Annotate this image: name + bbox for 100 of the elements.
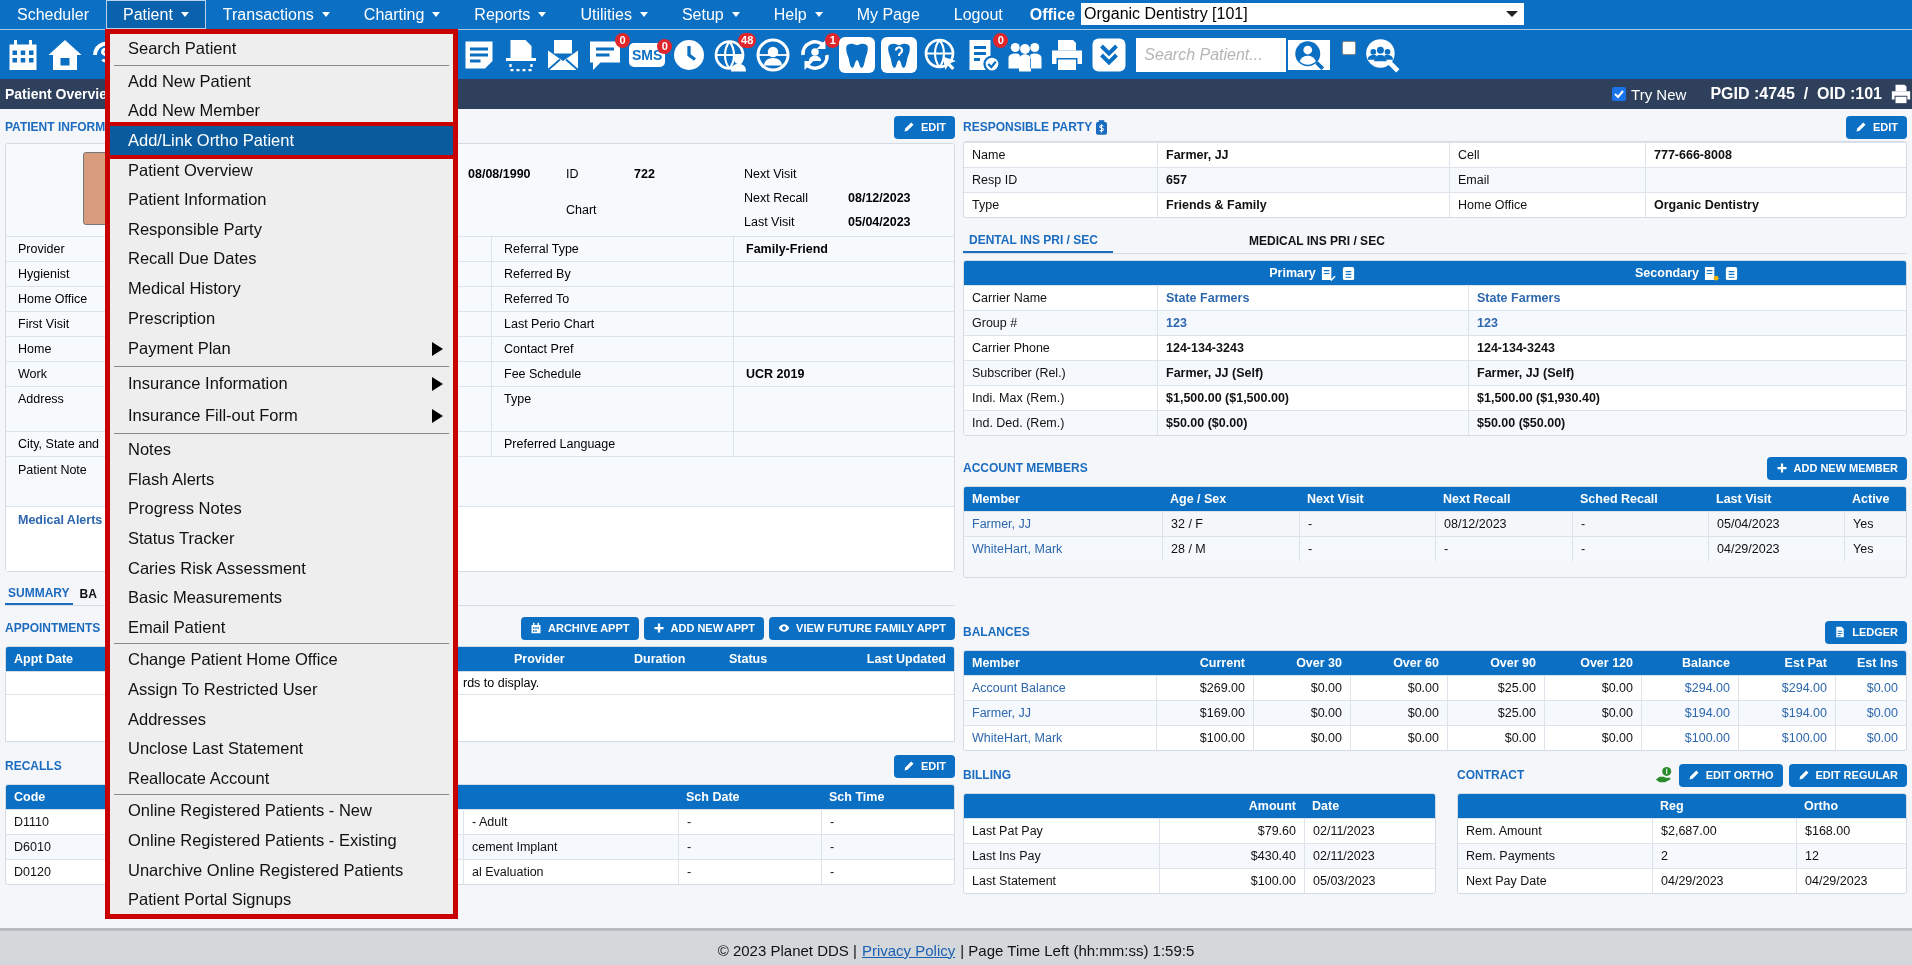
menu-item[interactable]: Medical History: [110, 273, 453, 304]
menu-item[interactable]: Prescription: [110, 303, 453, 333]
page-title: Patient Overvie: [5, 86, 108, 102]
nav-menu-item[interactable]: Setup: [664, 0, 757, 29]
menu-item[interactable]: Unclose Last Statement: [110, 733, 453, 764]
tab[interactable]: MEDICAL INS PRI / SEC: [1243, 228, 1483, 253]
edit-button[interactable]: EDIT: [1845, 115, 1907, 139]
menu-item[interactable]: Assign To Restricted User: [110, 674, 453, 705]
date-of-birth: 08/08/1990: [468, 167, 531, 181]
table-cell: Type: [964, 192, 1157, 217]
empty-message: rds to display.: [463, 672, 954, 695]
privacy-policy-link[interactable]: Privacy Policy: [861, 941, 956, 959]
section-title: CONTRACT: [1457, 768, 1525, 782]
document-icon[interactable]: [1340, 265, 1356, 281]
menu-item[interactable]: Unarchive Online Registered Patients: [110, 855, 453, 885]
column-header: Amount: [1159, 794, 1304, 818]
table-cell: Email: [1449, 167, 1645, 192]
action-button[interactable]: ADD NEW APPT: [643, 616, 765, 640]
menu-item[interactable]: Notes: [110, 434, 453, 465]
nav-menu-item[interactable]: Utilities: [563, 0, 665, 29]
tooth-icon[interactable]: [839, 36, 876, 73]
checkbox[interactable]: [1342, 40, 1357, 55]
menu-item[interactable]: Payment Plan: [110, 332, 453, 365]
menu-item[interactable]: Flash Alerts: [110, 464, 453, 495]
table-cell: 04/29/2023: [1652, 868, 1796, 893]
column-header: Next Recall: [1435, 487, 1572, 511]
table-cell: -: [1435, 536, 1572, 561]
menu-item[interactable]: Patient Portal Signups: [110, 884, 453, 915]
column-header: Code: [6, 785, 106, 809]
search-button[interactable]: [1286, 37, 1333, 72]
table-cell: -: [821, 834, 954, 859]
nav-menu-item[interactable]: Reports: [457, 0, 564, 29]
printer-icon[interactable]: [1890, 83, 1912, 105]
menu-item[interactable]: Caries Risk Assessment: [110, 553, 453, 583]
action-button[interactable]: LEDGER: [1825, 620, 1907, 644]
edit-button[interactable]: EDIT: [893, 115, 955, 139]
menu-item[interactable]: Recall Due Dates: [110, 244, 453, 274]
caret-icon: [538, 12, 547, 17]
action-button[interactable]: ARCHIVE APPT: [521, 616, 639, 640]
document-icon[interactable]: [1723, 265, 1739, 281]
table-cell: Next Pay Date: [1458, 868, 1652, 893]
menu-item[interactable]: Patient Information: [110, 184, 453, 215]
nav-menu-item[interactable]: Charting: [346, 0, 458, 29]
column-header: Duration: [626, 647, 721, 671]
table-cell: $100.00: [1156, 725, 1253, 750]
menu-item[interactable]: Status Tracker: [110, 523, 453, 554]
nav-menu-item[interactable]: My Page: [839, 0, 937, 29]
table-cell: $0.00: [1253, 725, 1350, 750]
tooth-question-icon[interactable]: [881, 36, 918, 73]
section-title: ACCOUNT MEMBERS: [963, 461, 1088, 475]
menu-item[interactable]: Add New Member: [110, 96, 453, 126]
globe-person-icon[interactable]: [755, 36, 792, 73]
menu-item[interactable]: Search Patient: [110, 34, 453, 64]
field-label: Last Visit: [744, 214, 796, 231]
column-header: Est Pat: [1738, 651, 1835, 675]
action-button[interactable]: ADD NEW MEMBER: [1766, 456, 1907, 480]
tab[interactable]: DENTAL INS PRI / SEC: [963, 228, 1113, 253]
document-question-icon[interactable]: [1703, 265, 1719, 281]
column-header: Over 60: [1350, 651, 1447, 675]
menu-item[interactable]: Progress Notes: [110, 494, 453, 524]
double-chevron-icon[interactable]: [1091, 36, 1128, 73]
search-field[interactable]: Search Patient...: [1136, 37, 1287, 72]
tab[interactable]: BA: [76, 582, 100, 605]
menu-item[interactable]: Basic Measurements: [110, 582, 453, 613]
menu-item[interactable]: Reallocate Account: [110, 763, 453, 794]
menu-item[interactable]: Add New Patient: [110, 66, 453, 97]
menu-item[interactable]: Insurance Fill-out Form: [110, 399, 453, 432]
action-button[interactable]: EDIT REGULAR: [1788, 763, 1907, 787]
column-header: Sch Time: [821, 785, 954, 809]
field-label: ID: [566, 166, 580, 183]
column-header: Reg: [1652, 794, 1796, 818]
menu-item[interactable]: Patient Overview: [110, 155, 453, 185]
action-button[interactable]: EDIT ORTHO: [1678, 763, 1783, 787]
nav-menu-item[interactable]: Help: [756, 0, 840, 29]
action-button[interactable]: VIEW FUTURE FAMILY APPT: [769, 616, 955, 640]
nav-menu-item[interactable]: Scheduler: [0, 0, 107, 29]
nav-menu-item[interactable]: Logout: [936, 0, 1020, 29]
table-cell: $50.00 ($50.00): [1468, 410, 1906, 435]
table-cell: $430.40: [1159, 843, 1304, 868]
field-label: Referred To: [491, 286, 733, 311]
tab[interactable]: SUMMARY: [5, 582, 73, 605]
menu-item[interactable]: Addresses: [110, 704, 453, 734]
table-cell: Yes: [1844, 536, 1906, 561]
table-cell: 123: [1157, 310, 1468, 335]
nav-menu-item[interactable]: Transactions: [205, 0, 347, 29]
edit-button[interactable]: EDIT: [893, 754, 955, 778]
menu-item[interactable]: Online Registered Patients - Existing: [110, 825, 453, 856]
menu-item[interactable]: Online Registered Patients - New: [110, 796, 453, 826]
checkbox[interactable]: [1612, 87, 1627, 101]
menu-item[interactable]: Insurance Information: [110, 367, 453, 400]
table-cell: Last Statement: [964, 868, 1159, 893]
menu-item[interactable]: Change Patient Home Office: [110, 645, 453, 675]
table-cell: -: [678, 834, 821, 859]
plus-icon: [1775, 462, 1788, 474]
document-check-icon[interactable]: [1320, 265, 1336, 281]
nav-menu-item[interactable]: Patient: [106, 0, 206, 29]
menu-item[interactable]: Responsible Party: [110, 214, 453, 245]
table-cell: Farmer, JJ (Self): [1157, 360, 1468, 385]
office-select[interactable]: Organic Dentistry [101]: [1081, 3, 1525, 25]
menu-item[interactable]: Email Patient: [110, 612, 453, 643]
